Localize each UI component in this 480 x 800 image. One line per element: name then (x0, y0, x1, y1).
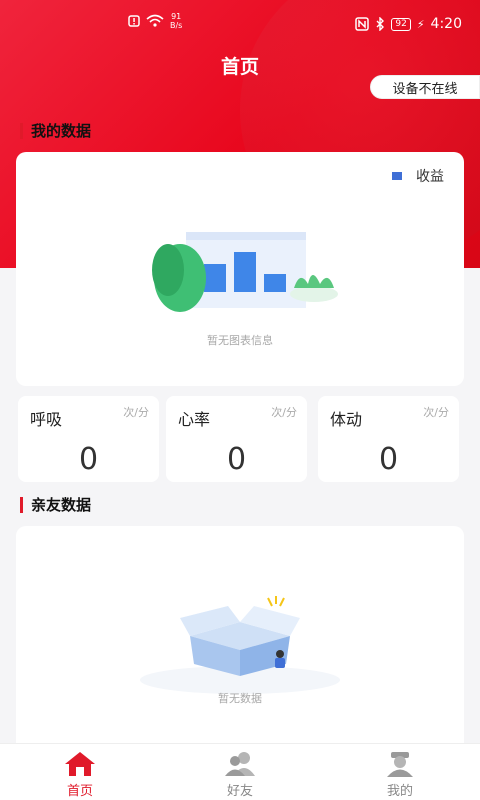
stat-name: 呼吸 (30, 410, 63, 429)
section-accent-bar (20, 496, 23, 513)
device-status-badge[interactable]: 设备不在线 (370, 75, 480, 99)
profile-icon (387, 752, 413, 777)
tab-profile-label: 我的 (386, 784, 413, 799)
network-speed-unit: B/s (170, 21, 183, 30)
network-speed-value: 91 (171, 12, 182, 21)
friends-icon (225, 752, 255, 776)
stat-value: 0 (378, 442, 399, 477)
legend-label: 收益 (416, 169, 444, 185)
stat-unit: 次/分 (123, 406, 149, 419)
tab-friends-label: 好友 (226, 784, 253, 799)
clock: 4:20 (430, 16, 462, 32)
bottom-tab-bar: 首页 好友 我的 (0, 743, 480, 800)
tab-profile[interactable]: 我的 (340, 744, 460, 800)
friends-data-heading: 亲友数据 (20, 494, 91, 515)
friends-empty-text: 暂无数据 (218, 692, 262, 705)
battery-indicator: 92 (391, 17, 411, 31)
stat-name: 心率 (178, 410, 211, 429)
my-data-title: 我的数据 (31, 122, 92, 140)
tab-friends[interactable]: 好友 (180, 744, 300, 800)
my-data-chart-card: 收益 暂无图表信息 (16, 152, 464, 386)
status-left: 91 B/s (128, 12, 182, 30)
stat-unit: 次/分 (423, 406, 449, 419)
friends-data-card: 暂无数据 (16, 526, 464, 743)
breath-stat-card[interactable]: 呼吸 次/分 0 (18, 396, 159, 482)
nfc-icon (355, 17, 370, 31)
empty-chart-illustration (152, 232, 338, 312)
stat-value: 0 (226, 442, 247, 477)
tab-home-label: 首页 (66, 784, 93, 799)
tab-home[interactable]: 首页 (20, 744, 140, 800)
chart-empty-text: 暂无图表信息 (207, 334, 273, 347)
stat-value: 0 (78, 442, 99, 477)
wifi-icon (146, 14, 164, 27)
heart-rate-stat-card[interactable]: 心率 次/分 0 (166, 396, 307, 482)
empty-box-illustration (140, 596, 340, 694)
legend-swatch (392, 172, 402, 180)
network-speed: 91 B/s (170, 12, 182, 30)
stat-unit: 次/分 (271, 406, 297, 419)
home-icon (65, 752, 95, 776)
stat-name: 体动 (330, 410, 363, 429)
section-accent-bar (20, 122, 23, 139)
status-bar: 91 B/s 92 ⚡ 4:20 (0, 0, 480, 40)
body-movement-stat-card[interactable]: 体动 次/分 0 (318, 396, 459, 482)
status-right: 92 ⚡ 4:20 (355, 16, 462, 32)
charging-icon: ⚡ (416, 17, 425, 31)
chart-legend[interactable]: 收益 (392, 166, 444, 186)
friends-data-title: 亲友数据 (31, 496, 92, 514)
notification-icon (128, 15, 140, 27)
bluetooth-icon (376, 17, 385, 31)
my-data-heading: 我的数据 (20, 120, 91, 141)
